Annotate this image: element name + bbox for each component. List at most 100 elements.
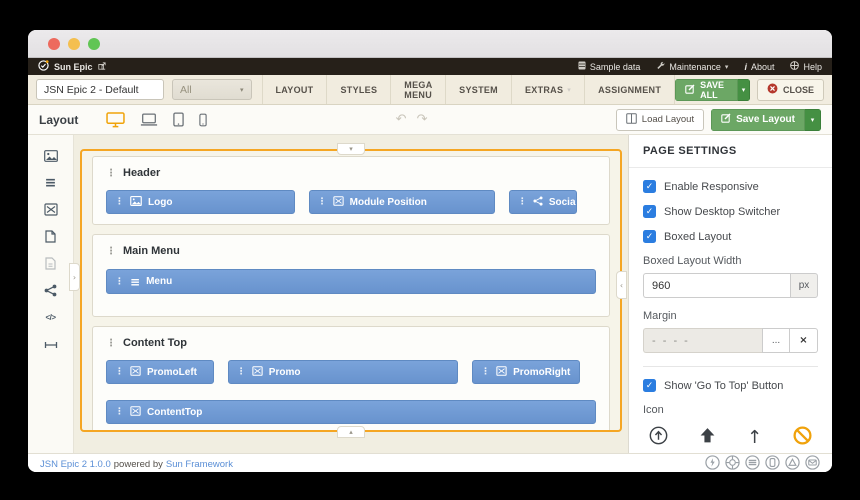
module-label: Module Position bbox=[350, 197, 427, 208]
desktop-icon[interactable] bbox=[106, 112, 125, 128]
sun-framework-link[interactable]: Sun Framework bbox=[166, 459, 233, 470]
tab-styles[interactable]: STYLES bbox=[327, 75, 391, 104]
menu-item-help[interactable]: Help bbox=[790, 61, 822, 72]
redo-icon[interactable]: ↷ bbox=[417, 112, 428, 127]
help-icon bbox=[790, 61, 799, 72]
drag-grip-icon: ⋮ bbox=[115, 407, 124, 417]
main-area: ≡ </> ▾ › ‹ ▴ ⋮ Hea bbox=[28, 135, 832, 453]
minimize-window-button[interactable] bbox=[68, 38, 80, 50]
brand-label: Sun Epic bbox=[54, 62, 93, 72]
document-icon[interactable] bbox=[43, 229, 58, 244]
save-all-caret-button[interactable]: ▾ bbox=[738, 79, 750, 101]
drag-grip-icon: ⋮ bbox=[518, 197, 527, 207]
admin-navbar: Sun Epic Sample data Maintenance ▾ i Abo bbox=[28, 58, 832, 75]
tablet-icon[interactable] bbox=[173, 112, 184, 127]
tab-system[interactable]: SYSTEM bbox=[446, 75, 512, 104]
tab-layout[interactable]: LAYOUT bbox=[262, 75, 328, 104]
section-content-top[interactable]: ⋮ Content Top ⋮ PromoLeft ⋮ bbox=[92, 326, 610, 432]
tab-extras[interactable]: EXTRAS▾ bbox=[512, 75, 585, 104]
menu-lines-icon[interactable]: ≡ bbox=[43, 175, 58, 190]
close-button[interactable]: CLOSE bbox=[757, 79, 824, 101]
load-layout-button[interactable]: Load Layout bbox=[616, 109, 704, 131]
save-all-button[interactable]: SAVE ALL bbox=[675, 79, 738, 101]
module-promo[interactable]: ⋮ Promo bbox=[228, 360, 458, 384]
sun-epic-logo-icon bbox=[38, 60, 49, 73]
element-sidebar: ≡ </> bbox=[28, 135, 74, 453]
module-menu[interactable]: ⋮ ≡ Menu bbox=[106, 269, 596, 294]
undo-icon[interactable]: ↶ bbox=[396, 112, 407, 127]
checkbox-boxed-layout[interactable]: ✓ Boxed Layout bbox=[643, 230, 818, 243]
tab-mega-menu[interactable]: MEGA MENU bbox=[391, 75, 446, 104]
section-title: Content Top bbox=[123, 337, 187, 349]
module-social[interactable]: ⋮ Social I... bbox=[509, 190, 578, 214]
ban-icon[interactable] bbox=[793, 426, 812, 450]
module-frame-icon bbox=[130, 366, 141, 379]
share-icon[interactable] bbox=[43, 283, 58, 298]
checked-checkbox-icon[interactable]: ✓ bbox=[643, 379, 656, 392]
checked-checkbox-icon[interactable]: ✓ bbox=[643, 205, 656, 218]
circle-arrow-up-icon[interactable] bbox=[649, 426, 668, 450]
collapse-left-handle[interactable]: › bbox=[69, 263, 80, 291]
template-name-input[interactable] bbox=[36, 79, 164, 100]
phone-icon[interactable] bbox=[199, 113, 207, 127]
module-frame-icon bbox=[252, 366, 263, 379]
module-promoleft[interactable]: ⋮ PromoLeft bbox=[106, 360, 214, 384]
checked-checkbox-icon[interactable]: ✓ bbox=[643, 230, 656, 243]
drag-grip-icon: ⋮ bbox=[237, 367, 246, 377]
file-disabled-icon bbox=[43, 256, 58, 271]
product-version-link[interactable]: JSN Epic 2 1.0.0 bbox=[40, 459, 111, 470]
checkbox-show-desktop-switcher[interactable]: ✓ Show Desktop Switcher bbox=[643, 205, 818, 218]
app-window: Sun Epic Sample data Maintenance ▾ i Abo bbox=[28, 30, 832, 472]
page-settings-panel: PAGE SETTINGS ✓ Enable Responsive ✓ Show… bbox=[628, 135, 832, 453]
section-main-menu[interactable]: ⋮ Main Menu ⋮ ≡ Menu bbox=[92, 234, 610, 317]
drag-grip-icon: ⋮ bbox=[481, 367, 490, 377]
menu-item-maintenance[interactable]: Maintenance ▾ bbox=[656, 61, 728, 72]
image-icon[interactable] bbox=[43, 148, 58, 163]
layout-canvas-area: ▾ › ‹ ▴ ⋮ Header ⋮ bbox=[74, 135, 628, 453]
close-window-button[interactable] bbox=[48, 38, 60, 50]
drag-grip-icon: ⋮ bbox=[115, 367, 124, 377]
boxed-layout-width-input[interactable] bbox=[643, 273, 790, 298]
resize-icon[interactable] bbox=[43, 337, 58, 352]
module-module-position[interactable]: ⋮ Module Position bbox=[309, 190, 495, 214]
footer: JSN Epic 2 1.0.0 powered by Sun Framewor… bbox=[28, 453, 832, 472]
edit-icon bbox=[685, 84, 695, 96]
divider bbox=[643, 366, 818, 367]
footer-icons bbox=[705, 455, 820, 472]
section-header[interactable]: ⋮ Header ⋮ Logo ⋮ bbox=[92, 156, 610, 225]
collapse-top-handle[interactable]: ▾ bbox=[337, 143, 365, 155]
module-contenttop[interactable]: ⋮ ContentTop bbox=[106, 400, 596, 424]
checked-checkbox-icon[interactable]: ✓ bbox=[643, 180, 656, 193]
checkbox-enable-responsive[interactable]: ✓ Enable Responsive bbox=[643, 180, 818, 193]
checkbox-go-to-top[interactable]: ✓ Show 'Go To Top' Button bbox=[643, 379, 818, 392]
menu-item-about[interactable]: i About bbox=[744, 62, 774, 72]
margin-clear-button[interactable]: × bbox=[790, 328, 818, 353]
margin-browse-button[interactable]: ... bbox=[762, 328, 790, 353]
chevron-down-icon: ▾ bbox=[240, 86, 244, 94]
layout-toolbar: Layout ↶ ↷ Load Layout Save Layout bbox=[28, 105, 832, 135]
drag-grip-icon[interactable]: ⋮ bbox=[106, 168, 116, 179]
mobile-icon bbox=[765, 455, 780, 472]
zoom-window-button[interactable] bbox=[88, 38, 100, 50]
layers-icon bbox=[745, 455, 760, 472]
margin-group: - - - - ... × bbox=[643, 328, 818, 353]
margin-value-field: - - - - bbox=[643, 328, 762, 353]
info-icon: i bbox=[744, 62, 747, 72]
drag-grip-icon[interactable]: ⋮ bbox=[106, 338, 116, 349]
drag-grip-icon[interactable]: ⋮ bbox=[106, 246, 116, 257]
code-icon[interactable]: </> bbox=[43, 310, 58, 325]
laptop-icon[interactable] bbox=[140, 113, 158, 127]
collapse-bottom-handle[interactable]: ▴ bbox=[337, 426, 365, 438]
module-frame-icon[interactable] bbox=[43, 202, 58, 217]
save-layout-button[interactable]: Save Layout bbox=[711, 109, 805, 131]
save-layout-caret-button[interactable]: ▾ bbox=[805, 109, 821, 131]
menu-item-sample-data[interactable]: Sample data bbox=[578, 61, 641, 72]
bold-arrow-up-icon[interactable] bbox=[699, 427, 716, 449]
tab-assignment[interactable]: ASSIGNMENT bbox=[585, 75, 675, 104]
brand[interactable]: Sun Epic bbox=[38, 60, 106, 73]
style-select[interactable]: All ▾ bbox=[172, 79, 252, 100]
thin-arrow-up-icon[interactable]: ↑ bbox=[747, 429, 762, 447]
module-logo[interactable]: ⋮ Logo bbox=[106, 190, 295, 214]
module-promoright[interactable]: ⋮ PromoRight bbox=[472, 360, 580, 384]
collapse-right-handle[interactable]: ‹ bbox=[616, 271, 627, 299]
